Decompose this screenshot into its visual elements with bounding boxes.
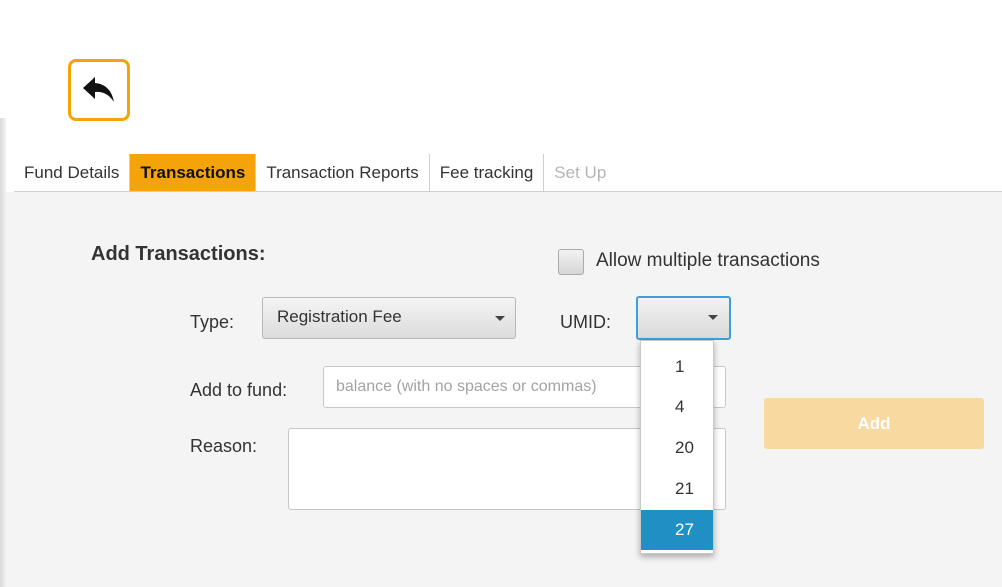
allow-multiple-label: Allow multiple transactions [596, 250, 820, 271]
allow-multiple-checkbox[interactable] [558, 249, 584, 275]
umid-option[interactable]: 4 [641, 387, 713, 427]
umid-select[interactable] [636, 296, 731, 340]
type-select-value: Registration Fee [277, 307, 402, 326]
umid-option[interactable]: 1 [641, 347, 713, 387]
tab-fund-details[interactable]: Fund Details [14, 154, 131, 192]
umid-label: UMID: [560, 312, 611, 332]
add-to-fund-label: Add to fund: [190, 380, 288, 400]
tab-set-up: Set Up [554, 163, 607, 182]
chevron-down-icon [708, 315, 718, 320]
umid-option-highlighted[interactable]: 27 [641, 510, 713, 550]
reply-arrow-icon [83, 77, 114, 102]
type-label: Type: [190, 312, 235, 332]
tab-transactions[interactable]: Transactions [130, 154, 257, 192]
umid-option[interactable]: 21 [641, 469, 713, 509]
clipped-header [0, 0, 1002, 10]
type-select[interactable]: Registration Fee [262, 297, 516, 339]
section-title: Add Transactions: [91, 243, 266, 265]
umid-dropdown-list: 1 4 20 21 27 [640, 340, 714, 554]
tab-bar: Fund Details Transactions Transaction Re… [14, 154, 616, 192]
chevron-down-icon [495, 316, 505, 321]
umid-option[interactable]: 20 [641, 428, 713, 468]
back-button[interactable] [68, 59, 130, 121]
tab-transaction-reports[interactable]: Transaction Reports [256, 154, 430, 192]
reason-label: Reason: [190, 436, 258, 456]
add-button[interactable]: Add [764, 398, 984, 449]
tab-fee-tracking[interactable]: Fee tracking [430, 154, 545, 192]
